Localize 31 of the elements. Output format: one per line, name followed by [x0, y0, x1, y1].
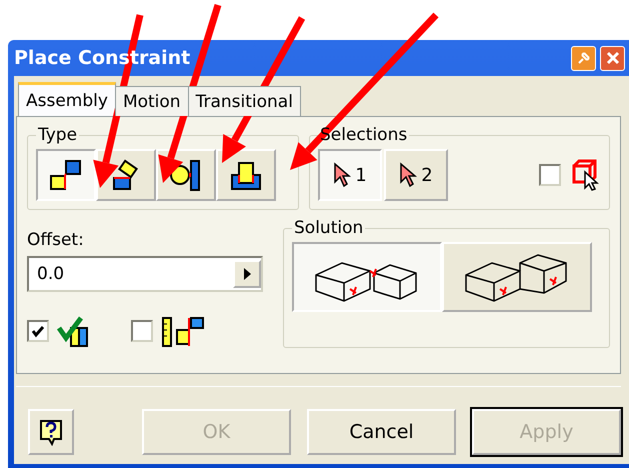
pin-button[interactable]	[571, 46, 596, 70]
help-icon	[38, 418, 64, 446]
offset-label: Offset:	[27, 230, 85, 250]
help-button[interactable]	[28, 409, 74, 455]
group-title: Type	[37, 125, 78, 145]
constraint-type-button[interactable]	[36, 149, 96, 201]
checkbox[interactable]	[131, 320, 153, 342]
right-triangle-icon	[243, 268, 251, 280]
arrow-button[interactable]	[233, 260, 261, 288]
solution-button[interactable]	[292, 242, 442, 312]
ruler-blocks-icon	[161, 314, 205, 348]
selection-button[interactable]: 2	[384, 149, 448, 201]
solution-button[interactable]	[442, 242, 592, 312]
tab[interactable]: Transitional	[188, 86, 301, 116]
offset-squares-icon	[48, 158, 84, 192]
checkmark-icon	[31, 324, 45, 338]
offset-field[interactable]: 0.0	[27, 256, 263, 292]
close-icon	[606, 51, 620, 65]
cube-cursor-icon	[571, 158, 601, 192]
checkbox[interactable]	[27, 320, 49, 342]
group-title: Solution	[293, 218, 364, 238]
close-button[interactable]	[600, 46, 625, 70]
pin-icon	[576, 51, 590, 65]
selection-button[interactable]: 1	[318, 149, 382, 201]
constraint-type-button[interactable]	[216, 149, 276, 201]
cursor-icon	[399, 162, 418, 188]
cursor-icon	[333, 162, 352, 188]
checkbox[interactable]	[539, 164, 561, 186]
dialog-button[interactable]: Cancel	[307, 409, 456, 455]
tab[interactable]: Assembly	[18, 82, 116, 116]
tab[interactable]: Motion	[114, 86, 189, 116]
